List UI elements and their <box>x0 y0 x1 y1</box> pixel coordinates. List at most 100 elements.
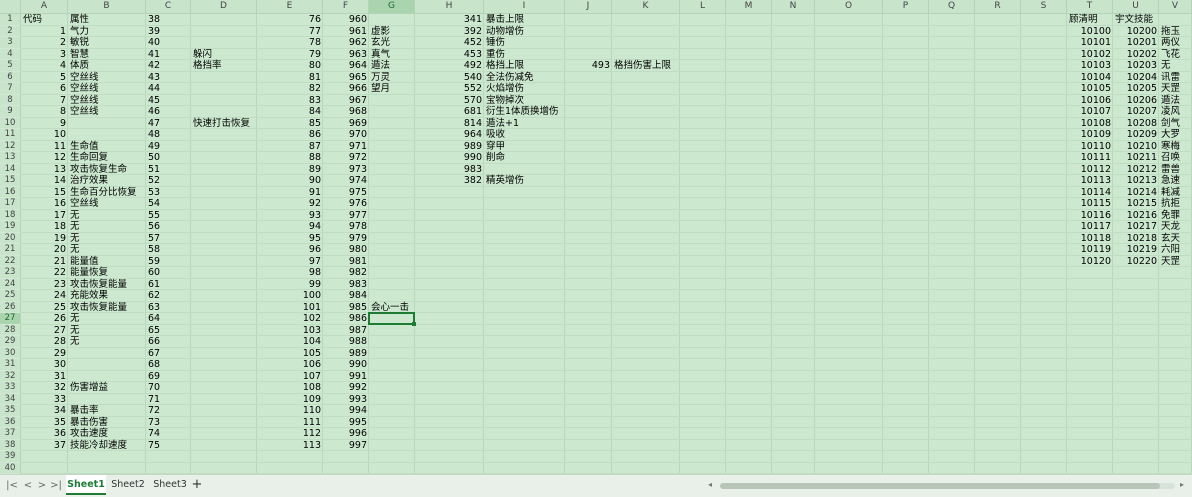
cell-c37[interactable]: 74 <box>146 428 191 440</box>
row-header-7[interactable]: 7 <box>0 83 21 95</box>
column-header-c[interactable]: C <box>146 0 191 14</box>
row-header-33[interactable]: 33 <box>0 382 21 394</box>
cell-t19[interactable]: 10117 <box>1067 221 1113 233</box>
cell-f23[interactable]: 982 <box>323 267 369 279</box>
cell-b18[interactable]: 无 <box>68 210 146 222</box>
cell-b29[interactable]: 无 <box>68 336 146 348</box>
row-header-3[interactable]: 3 <box>0 37 21 49</box>
cell-e9[interactable]: 84 <box>257 106 323 118</box>
column-header-t[interactable]: T <box>1067 0 1113 14</box>
cell-e35[interactable]: 110 <box>257 405 323 417</box>
cell-v19[interactable]: 天龙 <box>1159 221 1192 233</box>
row-header-4[interactable]: 4 <box>0 48 21 60</box>
cell-u17[interactable]: 10215 <box>1113 198 1159 210</box>
cell-a17[interactable]: 16 <box>21 198 68 210</box>
cell-b4[interactable]: 智慧 <box>68 49 146 61</box>
column-header-r[interactable]: R <box>975 0 1021 14</box>
cell-t18[interactable]: 10116 <box>1067 210 1113 222</box>
cell-a34[interactable]: 33 <box>21 394 68 406</box>
cell-t13[interactable]: 10111 <box>1067 152 1113 164</box>
cell-v7[interactable]: 天罡 <box>1159 83 1192 95</box>
cell-i12[interactable]: 穿甲 <box>484 141 584 153</box>
cell-e36[interactable]: 111 <box>257 417 323 429</box>
cell-c8[interactable]: 45 <box>146 95 191 107</box>
cell-f2[interactable]: 961 <box>323 26 369 38</box>
cell-b14[interactable]: 攻击恢复生命 <box>68 164 146 176</box>
cell-u19[interactable]: 10217 <box>1113 221 1159 233</box>
selected-cell-g27[interactable] <box>368 312 415 325</box>
cell-a4[interactable]: 3 <box>21 49 68 61</box>
scrollbar-thumb[interactable] <box>720 483 1160 489</box>
cell-u2[interactable]: 10200 <box>1113 26 1159 38</box>
cell-b15[interactable]: 治疗效果 <box>68 175 146 187</box>
cell-c33[interactable]: 70 <box>146 382 191 394</box>
cell-a32[interactable]: 31 <box>21 371 68 383</box>
row-header-8[interactable]: 8 <box>0 94 21 106</box>
cell-b38[interactable]: 技能冷却速度 <box>68 440 146 452</box>
cell-h12[interactable]: 989 <box>415 141 484 153</box>
cell-a23[interactable]: 22 <box>21 267 68 279</box>
cell-f12[interactable]: 971 <box>323 141 369 153</box>
cell-b1[interactable]: 属性 <box>68 14 146 26</box>
cell-e27[interactable]: 102 <box>257 313 323 325</box>
cell-i6[interactable]: 全法伤减免 <box>484 72 584 84</box>
row-header-40[interactable]: 40 <box>0 462 21 474</box>
cell-f31[interactable]: 990 <box>323 359 369 371</box>
cell-u4[interactable]: 10202 <box>1113 49 1159 61</box>
cell-f28[interactable]: 987 <box>323 325 369 337</box>
cell-c38[interactable]: 75 <box>146 440 191 452</box>
cell-f36[interactable]: 995 <box>323 417 369 429</box>
cell-e33[interactable]: 108 <box>257 382 323 394</box>
row-header-6[interactable]: 6 <box>0 71 21 83</box>
cell-c35[interactable]: 72 <box>146 405 191 417</box>
cell-c29[interactable]: 66 <box>146 336 191 348</box>
cell-c4[interactable]: 41 <box>146 49 191 61</box>
cell-b6[interactable]: 空丝线 <box>68 72 146 84</box>
row-header-22[interactable]: 22 <box>0 255 21 267</box>
row-header-18[interactable]: 18 <box>0 209 21 221</box>
cell-t14[interactable]: 10112 <box>1067 164 1113 176</box>
cell-t16[interactable]: 10114 <box>1067 187 1113 199</box>
first-sheet-icon[interactable]: |< <box>6 480 18 492</box>
column-header-u[interactable]: U <box>1113 0 1159 14</box>
cell-f7[interactable]: 966 <box>323 83 369 95</box>
row-header-14[interactable]: 14 <box>0 163 21 175</box>
column-header-g[interactable]: G <box>369 0 415 14</box>
cell-e13[interactable]: 88 <box>257 152 323 164</box>
cell-g3[interactable]: 玄光 <box>369 37 415 49</box>
cell-e11[interactable]: 86 <box>257 129 323 141</box>
cell-a33[interactable]: 32 <box>21 382 68 394</box>
cell-t11[interactable]: 10109 <box>1067 129 1113 141</box>
cell-e32[interactable]: 107 <box>257 371 323 383</box>
cell-c15[interactable]: 52 <box>146 175 191 187</box>
cell-c16[interactable]: 53 <box>146 187 191 199</box>
horizontal-scrollbar[interactable] <box>720 483 1175 489</box>
cell-f18[interactable]: 977 <box>323 210 369 222</box>
cell-e10[interactable]: 85 <box>257 118 323 130</box>
cell-i11[interactable]: 吸收 <box>484 129 584 141</box>
row-header-16[interactable]: 16 <box>0 186 21 198</box>
cell-t3[interactable]: 10101 <box>1067 37 1113 49</box>
cell-t15[interactable]: 10113 <box>1067 175 1113 187</box>
cell-v16[interactable]: 耗减 <box>1159 187 1192 199</box>
cell-f10[interactable]: 969 <box>323 118 369 130</box>
cell-h1[interactable]: 341 <box>415 14 484 26</box>
cell-f8[interactable]: 967 <box>323 95 369 107</box>
row-header-36[interactable]: 36 <box>0 416 21 428</box>
cell-v5[interactable]: 无 <box>1159 60 1192 72</box>
cell-h15[interactable]: 382 <box>415 175 484 187</box>
cell-f17[interactable]: 976 <box>323 198 369 210</box>
column-header-l[interactable]: L <box>680 0 726 14</box>
cell-f9[interactable]: 968 <box>323 106 369 118</box>
cell-t4[interactable]: 10102 <box>1067 49 1113 61</box>
cell-t10[interactable]: 10108 <box>1067 118 1113 130</box>
cell-u15[interactable]: 10213 <box>1113 175 1159 187</box>
cell-c7[interactable]: 44 <box>146 83 191 95</box>
cell-a19[interactable]: 18 <box>21 221 68 233</box>
prev-sheet-icon[interactable]: < <box>22 480 34 492</box>
cell-b37[interactable]: 攻击速度 <box>68 428 146 440</box>
cell-g4[interactable]: 真气 <box>369 49 415 61</box>
cell-c22[interactable]: 59 <box>146 256 191 268</box>
cell-f16[interactable]: 975 <box>323 187 369 199</box>
cell-c19[interactable]: 56 <box>146 221 191 233</box>
